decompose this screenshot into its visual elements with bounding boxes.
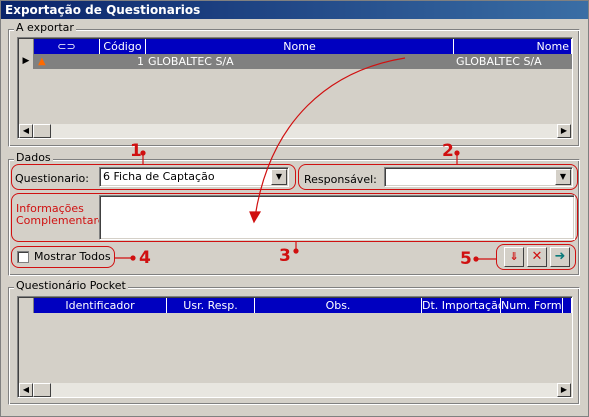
pocket-hscrollbar[interactable]: ◀ ▶ bbox=[19, 383, 571, 397]
col-header-identificador[interactable]: Identificador bbox=[34, 298, 167, 313]
pocket-grid[interactable]: Identificador Usr. Resp. Obs. Dt. Import… bbox=[17, 296, 573, 398]
scroll-right-icon[interactable]: ▶ bbox=[557, 383, 571, 397]
col-header-usr-resp[interactable]: Usr. Resp. bbox=[167, 298, 255, 313]
pocket-group-legend: Questionário Pocket bbox=[14, 279, 128, 292]
col-header-num-form[interactable]: Num. Form. bbox=[501, 298, 563, 313]
scroll-thumb[interactable] bbox=[33, 383, 51, 397]
scroll-left-icon[interactable]: ◀ bbox=[19, 383, 33, 397]
col-header-obs[interactable]: Obs. bbox=[255, 298, 422, 313]
col-header-dt-importacao[interactable]: Dt. Importação bbox=[422, 298, 501, 313]
col-header-extra bbox=[563, 298, 572, 313]
row-indicator-header bbox=[19, 298, 34, 313]
